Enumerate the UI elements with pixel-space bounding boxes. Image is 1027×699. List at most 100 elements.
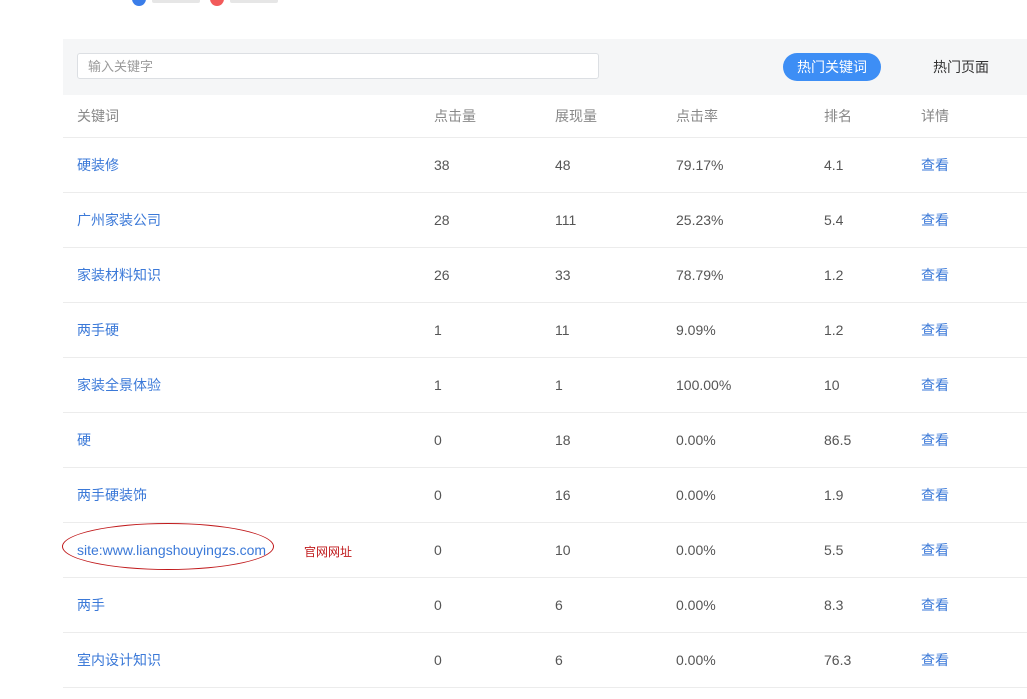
detail-cell: 查看 xyxy=(921,577,1027,633)
keyword-link[interactable]: 硬 xyxy=(77,432,91,448)
ctr-cell: 25.23% xyxy=(676,192,824,248)
header-row: 关键词 点击量 展现量 点击率 排名 详情 xyxy=(63,95,1027,138)
detail-cell: 查看 xyxy=(921,192,1027,248)
table-row: 家装材料知识 26 33 78.79% 1.2 查看 xyxy=(63,247,1027,303)
clicks-cell: 38 xyxy=(434,137,555,193)
ctr-cell: 0.00% xyxy=(676,412,824,468)
clicks-cell: 0 xyxy=(434,632,555,688)
table-body: 硬装修 38 48 79.17% 4.1 查看 广州家装公司 28 111 25… xyxy=(62,137,1027,688)
annotation-note: 官网网址 xyxy=(304,544,353,559)
keyword-link[interactable]: 两手 xyxy=(77,597,105,613)
hot-pages-tab[interactable]: 热门页面 xyxy=(911,53,1011,81)
detail-cell: 查看 xyxy=(921,137,1027,193)
table-row: 广州家装公司 28 111 25.23% 5.4 查看 xyxy=(63,192,1027,248)
keyword-toolbar: 热门关键词 热门页面 xyxy=(63,39,1027,95)
keyword-cell: 家装材料知识 xyxy=(63,247,434,303)
impressions-cell: 10 xyxy=(555,522,676,578)
impressions-cell: 48 xyxy=(555,137,676,193)
keyword-cell: 两手 xyxy=(63,577,434,633)
detail-cell: 查看 xyxy=(921,467,1027,523)
detail-cell: 查看 xyxy=(921,357,1027,413)
ctr-cell: 0.00% xyxy=(676,522,824,578)
impressions-cell: 11 xyxy=(555,302,676,358)
view-link[interactable]: 查看 xyxy=(921,377,949,393)
rank-cell: 1.2 xyxy=(824,247,921,303)
keyword-search-input[interactable] xyxy=(77,53,599,79)
column-header-rank: 排名 xyxy=(824,95,921,138)
rank-cell: 5.5 xyxy=(824,522,921,578)
hot-keywords-tab[interactable]: 热门关键词 xyxy=(783,53,881,81)
clicks-cell: 0 xyxy=(434,467,555,523)
keyword-link[interactable]: site:www.liangshouyingzs.com xyxy=(77,542,266,558)
rank-cell: 1.9 xyxy=(824,467,921,523)
keyword-cell: site:www.liangshouyingzs.com 官网网址 xyxy=(62,522,434,578)
keyword-panel: 热门关键词 热门页面 关键词 点击量 展现量 点击率 排名 详情 硬装修 38 … xyxy=(62,39,1027,688)
detail-cell: 查看 xyxy=(921,412,1027,468)
view-link[interactable]: 查看 xyxy=(921,487,949,503)
keyword-link[interactable]: 两手硬装饰 xyxy=(77,487,147,503)
view-link[interactable]: 查看 xyxy=(921,432,949,448)
legend-dot-blue xyxy=(132,0,146,6)
ctr-cell: 79.17% xyxy=(676,137,824,193)
rank-cell: 86.5 xyxy=(824,412,921,468)
detail-cell: 查看 xyxy=(921,632,1027,688)
keyword-table: 关键词 点击量 展现量 点击率 排名 详情 硬装修 38 48 79.17% 4… xyxy=(62,95,1027,688)
keyword-cell: 两手硬装饰 xyxy=(63,467,434,523)
clicks-cell: 1 xyxy=(434,357,555,413)
column-header-detail: 详情 xyxy=(921,95,1027,138)
keyword-link[interactable]: 广州家装公司 xyxy=(77,212,161,228)
clicks-cell: 0 xyxy=(434,522,555,578)
chart-legend xyxy=(132,0,288,7)
legend-dot-red xyxy=(210,0,224,6)
clicks-cell: 28 xyxy=(434,192,555,248)
column-header-ctr: 点击率 xyxy=(676,95,824,138)
column-header-impressions: 展现量 xyxy=(555,95,676,138)
keyword-link[interactable]: 家装材料知识 xyxy=(77,267,161,283)
table-row: 两手硬 1 11 9.09% 1.2 查看 xyxy=(63,302,1027,358)
view-link[interactable]: 查看 xyxy=(921,322,949,338)
impressions-cell: 33 xyxy=(555,247,676,303)
keyword-cell: 两手硬 xyxy=(63,302,434,358)
table-row: 室内设计知识 0 6 0.00% 76.3 查看 xyxy=(63,632,1027,688)
legend-label-cropped xyxy=(230,0,278,3)
ctr-cell: 9.09% xyxy=(676,302,824,358)
annotated-keyword: site:www.liangshouyingzs.com 官网网址 xyxy=(62,522,352,570)
rank-cell: 76.3 xyxy=(824,632,921,688)
view-link[interactable]: 查看 xyxy=(921,542,949,558)
clicks-cell: 0 xyxy=(434,577,555,633)
keyword-cell: 硬装修 xyxy=(63,137,434,193)
impressions-cell: 16 xyxy=(555,467,676,523)
rank-cell: 4.1 xyxy=(824,137,921,193)
ctr-cell: 0.00% xyxy=(676,467,824,523)
view-link[interactable]: 查看 xyxy=(921,597,949,613)
table-row: 硬 0 18 0.00% 86.5 查看 xyxy=(63,412,1027,468)
clicks-cell: 26 xyxy=(434,247,555,303)
impressions-cell: 6 xyxy=(555,632,676,688)
ctr-cell: 78.79% xyxy=(676,247,824,303)
column-header-clicks: 点击量 xyxy=(434,95,555,138)
keyword-link[interactable]: 硬装修 xyxy=(77,157,119,173)
detail-cell: 查看 xyxy=(921,522,1027,578)
view-link[interactable]: 查看 xyxy=(921,157,949,173)
detail-cell: 查看 xyxy=(921,302,1027,358)
view-link[interactable]: 查看 xyxy=(921,652,949,668)
table-row: 家装全景体验 1 1 100.00% 10 查看 xyxy=(63,357,1027,413)
impressions-cell: 1 xyxy=(555,357,676,413)
view-link[interactable]: 查看 xyxy=(921,267,949,283)
clicks-cell: 1 xyxy=(434,302,555,358)
table-header: 关键词 点击量 展现量 点击率 排名 详情 xyxy=(63,95,1027,138)
impressions-cell: 6 xyxy=(555,577,676,633)
table-row: 两手硬装饰 0 16 0.00% 1.9 查看 xyxy=(63,467,1027,523)
detail-cell: 查看 xyxy=(921,247,1027,303)
keyword-link[interactable]: 室内设计知识 xyxy=(77,652,161,668)
legend-label-cropped xyxy=(152,0,200,3)
rank-cell: 10 xyxy=(824,357,921,413)
ctr-cell: 0.00% xyxy=(676,577,824,633)
rank-cell: 5.4 xyxy=(824,192,921,248)
keyword-link[interactable]: 两手硬 xyxy=(77,322,119,338)
keyword-link[interactable]: 家装全景体验 xyxy=(77,377,161,393)
table-row: 硬装修 38 48 79.17% 4.1 查看 xyxy=(63,137,1027,193)
view-link[interactable]: 查看 xyxy=(921,212,949,228)
clicks-cell: 0 xyxy=(434,412,555,468)
rank-cell: 1.2 xyxy=(824,302,921,358)
